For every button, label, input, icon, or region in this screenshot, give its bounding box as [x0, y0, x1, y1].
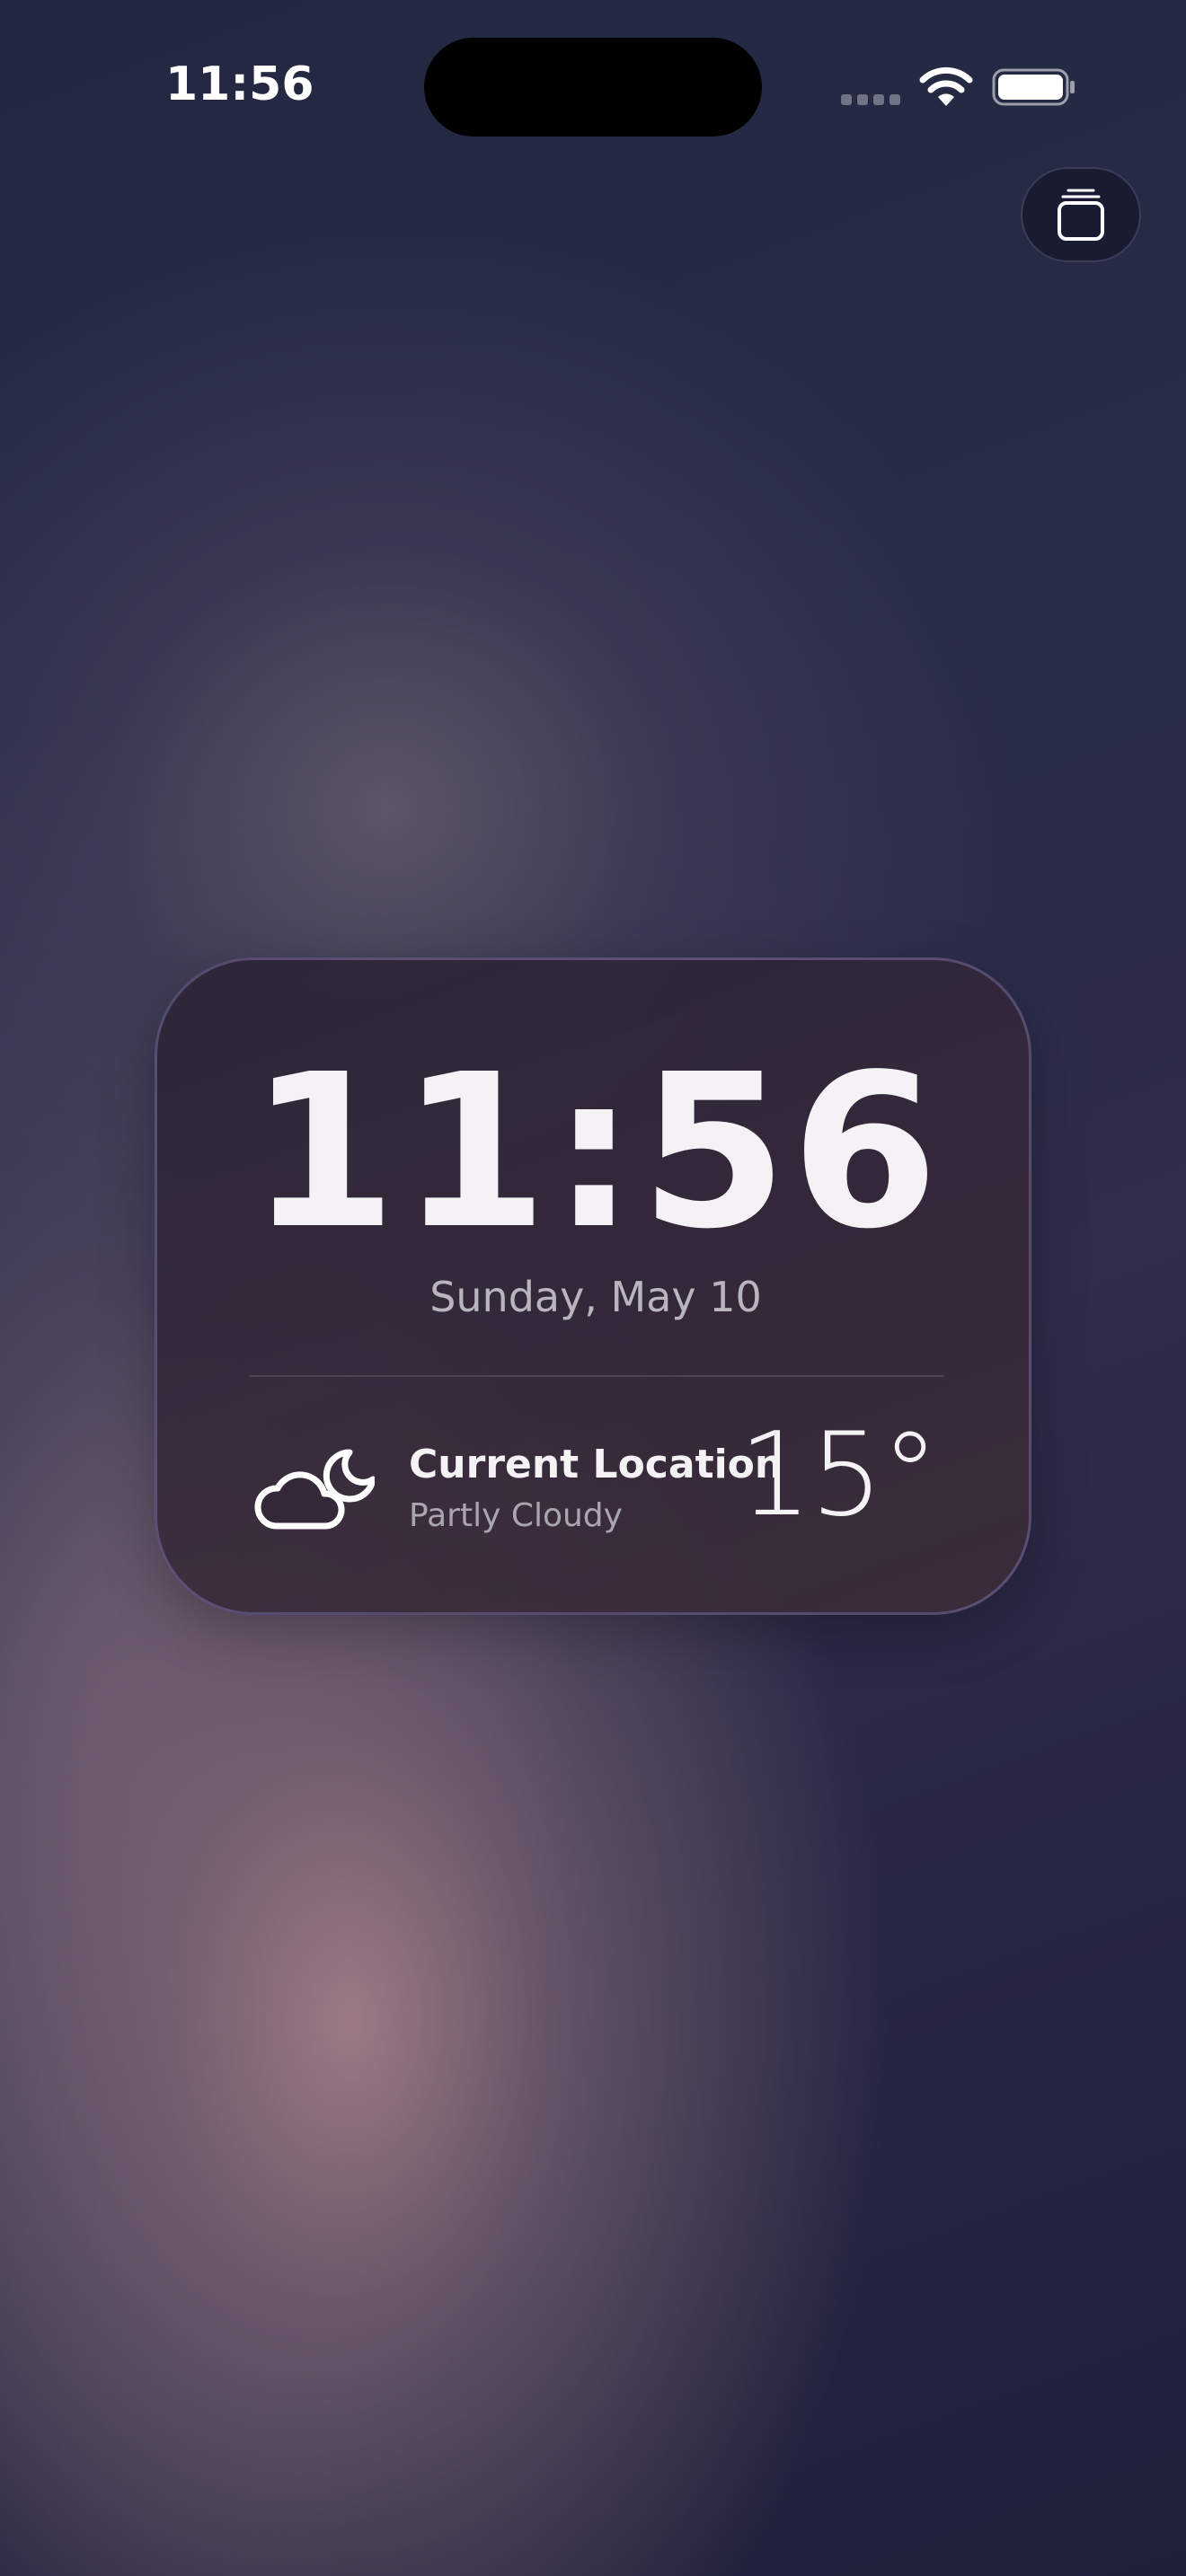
dynamic-island	[424, 38, 762, 137]
weather-location: Current Location	[409, 1442, 783, 1487]
weather-temperature: 15°	[739, 1408, 939, 1542]
clock-weather-card[interactable]: 11:56 Sunday, May 10 Current Location Pa…	[155, 957, 1031, 1615]
status-bar-time: 11:56	[165, 57, 314, 111]
large-clock: 11:56	[249, 1028, 943, 1275]
weather-condition: Partly Cloudy	[409, 1497, 623, 1534]
divider	[249, 1375, 944, 1377]
widgets-button[interactable]	[1021, 167, 1141, 262]
battery-icon	[992, 68, 1075, 106]
cellular-signal-icon	[841, 94, 900, 105]
date-label: Sunday, May 10	[429, 1273, 762, 1321]
lock-screen: 11:56 11:56 Sunday, May 10 Current Locat…	[0, 0, 1186, 2576]
partly-cloudy-night-icon	[254, 1449, 375, 1530]
wifi-icon	[919, 66, 973, 106]
stacked-cards-icon	[1058, 189, 1104, 241]
